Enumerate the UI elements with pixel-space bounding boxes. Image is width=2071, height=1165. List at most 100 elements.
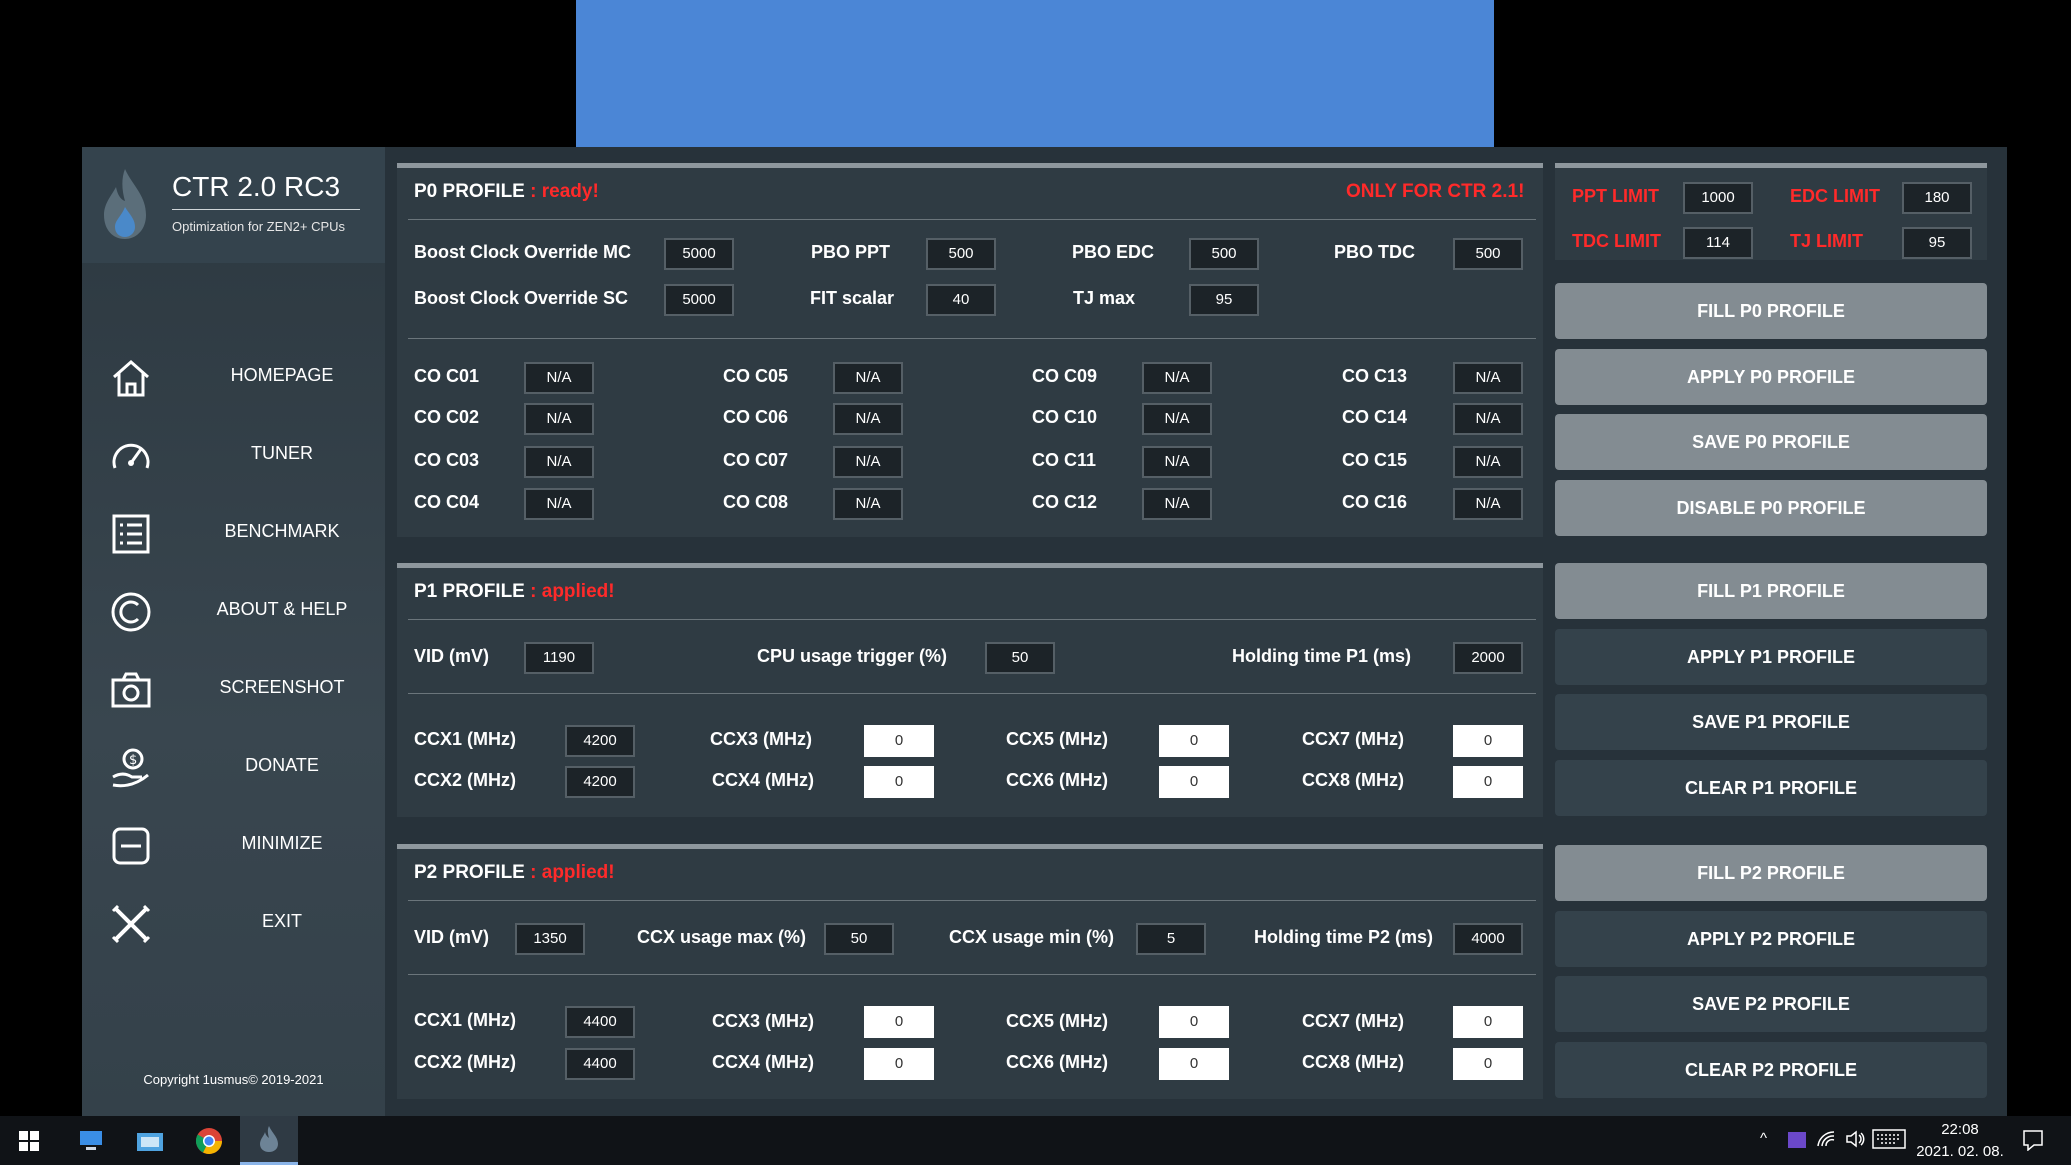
ccx-input[interactable] (565, 725, 635, 757)
ccx-input[interactable] (565, 1006, 635, 1038)
nav-about-help[interactable]: ABOUT & HELP (82, 581, 385, 641)
ccx-input[interactable] (1453, 1006, 1523, 1038)
taskbar-app[interactable] (62, 1116, 120, 1165)
clear-p2-button[interactable]: CLEAR P2 PROFILE (1555, 1042, 1987, 1098)
co-input[interactable] (1453, 403, 1523, 435)
co-input[interactable] (1142, 362, 1212, 394)
co-input[interactable] (1142, 446, 1212, 478)
tj-limit-input[interactable] (1902, 227, 1972, 259)
co-label: CO C02 (414, 407, 480, 427)
edc-limit-label: EDC LIMIT (1790, 186, 1880, 206)
ccx-label: CCX3 (MHz) (712, 1011, 814, 1031)
separator (408, 338, 1536, 339)
pbo-ppt-label: PBO PPT (811, 242, 891, 262)
nav-label: HOMEPAGE (230, 365, 334, 385)
separator (408, 693, 1536, 694)
p2-vid-input[interactable] (515, 923, 585, 955)
edc-limit-input[interactable] (1902, 182, 1972, 214)
pbo-edc-input[interactable] (1189, 238, 1259, 270)
save-p2-button[interactable]: SAVE P2 PROFILE (1555, 976, 1987, 1032)
exit-icon (111, 904, 151, 944)
clock-date[interactable]: 2021. 02. 08. (1910, 1143, 2010, 1160)
ccx-input[interactable] (1159, 1006, 1229, 1038)
panel-top-bar (397, 844, 1543, 849)
start-button[interactable] (0, 1116, 58, 1165)
nav-label: MINIMIZE (241, 833, 323, 853)
p1-trigger-input[interactable] (985, 642, 1055, 674)
nav-homepage[interactable]: HOMEPAGE (82, 347, 385, 407)
clock-time[interactable]: 22:08 (1920, 1121, 2000, 1138)
fit-scalar-label: FIT scalar (810, 288, 895, 308)
ccx-input[interactable] (565, 766, 635, 798)
taskbar-app[interactable] (180, 1116, 238, 1165)
ccx-input[interactable] (1453, 766, 1523, 798)
pc-icon (80, 1130, 102, 1150)
p2-min-input[interactable] (1136, 923, 1206, 955)
co-input[interactable] (1453, 446, 1523, 478)
nav-benchmark[interactable]: BENCHMARK (82, 503, 385, 563)
apply-p0-button[interactable]: APPLY P0 PROFILE (1555, 349, 1987, 405)
co-input[interactable] (833, 403, 903, 435)
ccx-input[interactable] (1453, 725, 1523, 757)
ccx-input[interactable] (864, 725, 934, 757)
co-input[interactable] (1142, 403, 1212, 435)
save-p0-button[interactable]: SAVE P0 PROFILE (1555, 414, 1987, 470)
nav-screenshot[interactable]: SCREENSHOT (82, 659, 385, 719)
co-input[interactable] (1453, 362, 1523, 394)
tray-app-icon[interactable] (1788, 1132, 1806, 1148)
ccx-input[interactable] (864, 1048, 934, 1080)
nav-tuner[interactable]: TUNER (82, 425, 385, 485)
ccx-label: CCX3 (MHz) (710, 729, 812, 749)
network-icon[interactable] (1816, 1130, 1836, 1148)
disable-p0-button[interactable]: DISABLE P0 PROFILE (1555, 480, 1987, 536)
p1-trigger-label: CPU usage trigger (%) (757, 646, 948, 666)
co-input[interactable] (1453, 488, 1523, 520)
ccx-input[interactable] (1159, 1048, 1229, 1080)
apply-p2-button[interactable]: APPLY P2 PROFILE (1555, 911, 1987, 967)
p2-status: : applied! (530, 862, 615, 883)
fit-scalar-input[interactable] (926, 284, 996, 316)
co-input[interactable] (1142, 488, 1212, 520)
tj-max-input[interactable] (1189, 284, 1259, 316)
taskbar-app[interactable] (121, 1116, 179, 1165)
p1-hold-input[interactable] (1453, 642, 1523, 674)
apply-p1-button[interactable]: APPLY P1 PROFILE (1555, 629, 1987, 685)
ppt-limit-input[interactable] (1683, 182, 1753, 214)
pbo-tdc-input[interactable] (1453, 238, 1523, 270)
co-input[interactable] (833, 362, 903, 394)
fill-p0-button[interactable]: FILL P0 PROFILE (1555, 283, 1987, 339)
nav-exit[interactable]: EXIT (82, 893, 385, 953)
nav-donate[interactable]: $ DONATE (82, 737, 385, 797)
co-input[interactable] (524, 403, 594, 435)
keyboard-icon[interactable] (1872, 1129, 1906, 1149)
p2-max-input[interactable] (824, 923, 894, 955)
tdc-limit-input[interactable] (1683, 227, 1753, 259)
pbo-ppt-input[interactable] (926, 238, 996, 270)
ccx-input[interactable] (1453, 1048, 1523, 1080)
list-icon (112, 514, 150, 554)
boost-sc-input[interactable] (664, 284, 734, 316)
p2-hold-input[interactable] (1453, 923, 1523, 955)
ccx-input[interactable] (565, 1048, 635, 1080)
co-input[interactable] (524, 446, 594, 478)
clear-p1-button[interactable]: CLEAR P1 PROFILE (1555, 760, 1987, 816)
taskbar-app-active[interactable] (240, 1116, 298, 1165)
fill-p2-button[interactable]: FILL P2 PROFILE (1555, 845, 1987, 901)
ccx-input[interactable] (864, 766, 934, 798)
volume-icon[interactable] (1845, 1130, 1865, 1148)
ccx-input[interactable] (1159, 766, 1229, 798)
notification-icon[interactable] (2022, 1129, 2044, 1151)
co-input[interactable] (524, 488, 594, 520)
nav-minimize[interactable]: MINIMIZE (82, 815, 385, 875)
boost-mc-input[interactable] (664, 238, 734, 270)
flame-icon (260, 1126, 278, 1152)
chevron-up-icon[interactable]: ^ (1760, 1130, 1767, 1147)
p1-vid-input[interactable] (524, 642, 594, 674)
fill-p1-button[interactable]: FILL P1 PROFILE (1555, 563, 1987, 619)
ccx-input[interactable] (864, 1006, 934, 1038)
co-input[interactable] (524, 362, 594, 394)
save-p1-button[interactable]: SAVE P1 PROFILE (1555, 694, 1987, 750)
ccx-input[interactable] (1159, 725, 1229, 757)
co-input[interactable] (833, 446, 903, 478)
co-input[interactable] (833, 488, 903, 520)
